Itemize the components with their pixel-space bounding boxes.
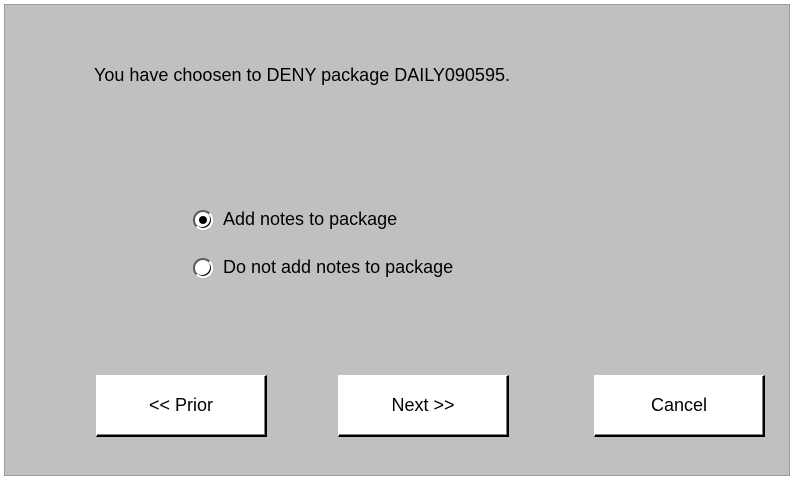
radio-unselected-icon[interactable]: [193, 257, 213, 278]
deny-package-dialog: You have choosen to DENY package DAILY09…: [4, 4, 790, 476]
radio-no-notes[interactable]: Do not add notes to package: [193, 257, 453, 278]
radio-dot-icon: [199, 215, 207, 224]
radio-selected-icon[interactable]: [193, 209, 213, 230]
radio-add-notes-label[interactable]: Add notes to package: [223, 209, 397, 230]
next-button[interactable]: Next >>: [338, 375, 509, 437]
prior-button[interactable]: << Prior: [96, 375, 267, 437]
cancel-button[interactable]: Cancel: [594, 375, 765, 437]
radio-no-notes-label[interactable]: Do not add notes to package: [223, 257, 453, 278]
radio-add-notes[interactable]: Add notes to package: [193, 209, 397, 230]
dialog-message: You have choosen to DENY package DAILY09…: [94, 65, 510, 85]
